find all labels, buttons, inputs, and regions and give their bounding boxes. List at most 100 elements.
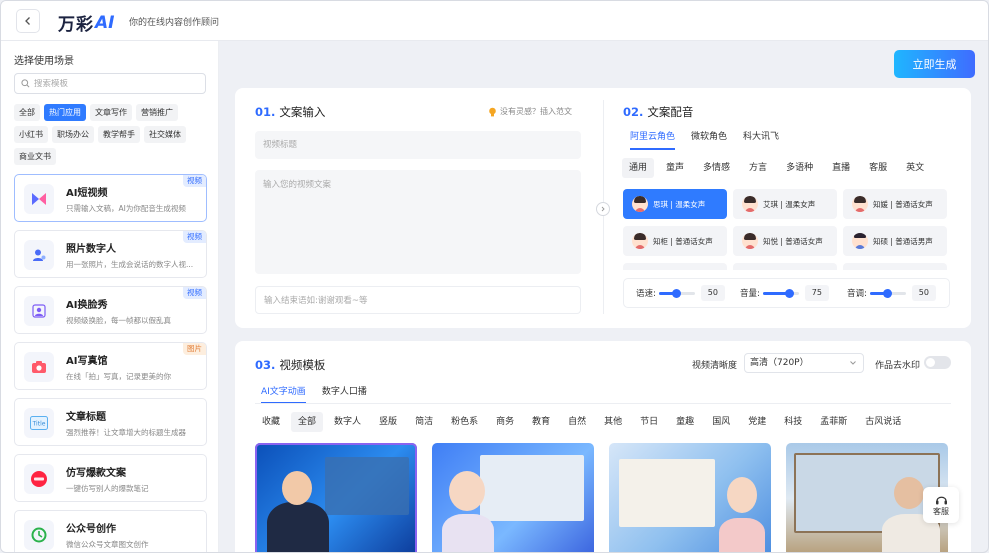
tag-marketing[interactable]: 营销推广 (136, 104, 178, 121)
generate-button[interactable]: 立即生成 (894, 50, 975, 78)
tpl-cat[interactable]: 孟菲斯 (813, 412, 854, 432)
tpl-cat[interactable]: 童趣 (669, 412, 701, 432)
speed-slider-handle[interactable] (672, 288, 682, 298)
app-card-photo-digital-human[interactable]: 照片数字人 用一张照片，生成会说话的数字人视... 视频 (14, 230, 207, 278)
voice-cat-livestream[interactable]: 直播 (825, 158, 857, 178)
resolution-select[interactable]: 高清（720P） (744, 353, 864, 373)
card-desc: 用一张照片，生成会说话的数字人视... (66, 260, 194, 269)
voice-cat-child[interactable]: 童声 (659, 158, 691, 178)
tag-social-media[interactable]: 社交媒体 (144, 126, 186, 143)
template-thumbnail[interactable] (255, 443, 417, 552)
scene-tags: 全部 热门应用 文章写作 营销推广 小红书 职场办公 教学帮手 社交媒体 商业文… (14, 104, 210, 165)
voice-cat-english[interactable]: 英文 (899, 158, 931, 178)
voice-option[interactable]: 思琪 | 温柔女声 (623, 189, 727, 219)
tpl-cat[interactable]: 自然 (561, 412, 593, 432)
speed-slider[interactable] (658, 288, 695, 298)
voice-cat-emotional[interactable]: 多情感 (696, 158, 737, 178)
app-card-wechat-article[interactable]: 公众号创作 微信公众号文章图文创作 (14, 510, 207, 552)
tpl-cat[interactable]: 收藏 (255, 412, 287, 432)
face-swap-icon (24, 296, 54, 326)
template-section-title: 03. 视频模板 (255, 357, 325, 373)
thumb-presenter-head (894, 477, 924, 509)
tag-all[interactable]: 全部 (14, 104, 40, 121)
app-card-ai-face-swap[interactable]: AI换脸秀 视频级换脸，每一帧都以假乱真 视频 (14, 286, 207, 334)
app-card-ai-short-video[interactable]: AI短视频 只需输入文稿，AI为你配音生成视频 视频 (14, 174, 207, 222)
tpl-cat[interactable]: 粉色系 (444, 412, 485, 432)
tab-iflytek[interactable]: 科大讯飞 (743, 129, 779, 150)
tpl-cat[interactable]: 国风 (705, 412, 737, 432)
search-input[interactable] (34, 78, 194, 89)
card-badge: 视频 (183, 287, 206, 299)
volume-value[interactable]: 75 (804, 285, 829, 301)
voice-option[interactable]: 艾琪 | 温柔女声 (733, 189, 837, 219)
tpl-cat[interactable]: 其他 (597, 412, 629, 432)
back-button[interactable] (16, 9, 40, 33)
tpl-cat[interactable]: 数字人 (327, 412, 368, 432)
voice-option-partial[interactable] (733, 263, 837, 270)
tpl-cat[interactable]: 全部 (291, 412, 324, 432)
template-thumbnail[interactable] (609, 443, 771, 552)
speed-value[interactable]: 50 (700, 285, 725, 301)
search-icon (21, 79, 30, 88)
volume-slider-handle[interactable] (785, 288, 795, 298)
app-card-ai-portrait-studio[interactable]: AI写真馆 在线「拍」写真，记录更美的你 图片 (14, 342, 207, 390)
voice-option[interactable]: 知媛 | 普通话女声 (843, 189, 947, 219)
tag-hot-apps[interactable]: 热门应用 (44, 104, 86, 121)
card-desc: 强烈推荐！让文章增大的标题生成器 (66, 428, 186, 437)
video-icon (24, 184, 54, 214)
watermark-toggle[interactable] (924, 356, 951, 369)
svg-text:Title: Title (32, 421, 46, 428)
app-card-copywriting-imitation[interactable]: 仿写爆款文案 一键仿写别人的爆款笔记 (14, 454, 207, 502)
card-badge: 视频 (183, 175, 206, 187)
logo[interactable]: 万彩 AI (58, 10, 115, 36)
volume-slider[interactable] (762, 288, 799, 298)
tag-article-writing[interactable]: 文章写作 (90, 104, 132, 121)
voice-option[interactable]: 知悦 | 普通话女声 (733, 226, 837, 256)
tpl-cat[interactable]: 古风说话 (858, 412, 908, 432)
voice-cat-multilingual[interactable]: 多语种 (779, 158, 820, 178)
tab-digital-human-broadcast[interactable]: 数字人口播 (322, 384, 367, 404)
insert-sample-link[interactable]: 没有灵感？插入范文 (488, 106, 572, 117)
tpl-cat[interactable]: 科技 (777, 412, 809, 432)
tpl-cat[interactable]: 节日 (633, 412, 665, 432)
thumb-screen (619, 459, 715, 527)
voice-option[interactable]: 知硕 | 普通话男声 (843, 226, 947, 256)
tab-microsoft[interactable]: 微软角色 (691, 129, 727, 150)
sidebar: 选择使用场景 全部 热门应用 文章写作 营销推广 小红书 职场办公 教学帮手 社… (1, 41, 219, 552)
video-script-textarea[interactable]: 输入您的视频文案 (255, 170, 581, 274)
tag-business-docs[interactable]: 商业文书 (14, 148, 56, 165)
tab-aliyun[interactable]: 阿里云角色 (630, 129, 676, 150)
tag-teaching[interactable]: 教学帮手 (98, 126, 140, 143)
voice-settings: 语速: 50 音量: 75 音调: 50 (623, 278, 950, 308)
app-frame: 万彩 AI 你的在线内容创作顾问 选择使用场景 全部 热门应用 文章写作 营销推… (0, 0, 989, 553)
tab-ai-text-animation[interactable]: AI文字动画 (261, 384, 306, 404)
pitch-slider[interactable] (869, 288, 906, 298)
search-box[interactable] (14, 73, 206, 94)
video-title-input[interactable]: 视频标题 (255, 131, 581, 159)
pitch-value[interactable]: 50 (911, 285, 936, 301)
voice-option[interactable]: 知柜 | 普通话女声 (623, 226, 727, 256)
tpl-cat[interactable]: 教育 (525, 412, 557, 432)
thumb-presenter (442, 514, 494, 552)
customer-service-button[interactable]: 客服 (923, 487, 959, 523)
pitch-slider-handle[interactable] (883, 288, 893, 298)
voice-cat-dialect[interactable]: 方言 (742, 158, 774, 178)
voice-cat-general[interactable]: 通用 (622, 158, 655, 178)
tag-xiaohongshu[interactable]: 小红书 (14, 126, 48, 143)
voice-label: 艾琪 | 温柔女声 (763, 199, 816, 209)
voice-option-partial[interactable] (623, 263, 727, 270)
tpl-cat[interactable]: 竖版 (372, 412, 404, 432)
tpl-cat[interactable]: 商务 (489, 412, 521, 432)
tpl-cat[interactable]: 简洁 (408, 412, 440, 432)
logo-ai: AI (95, 12, 115, 33)
tpl-cat[interactable]: 党建 (741, 412, 773, 432)
ending-input[interactable]: 输入结束语如:谢谢观看~等 (255, 286, 581, 314)
template-thumbnail[interactable] (432, 443, 594, 552)
tag-office[interactable]: 职场办公 (52, 126, 94, 143)
card-title: AI写真馆 (66, 356, 108, 367)
voice-option-partial[interactable] (843, 263, 947, 270)
section-label: 文案配音 (647, 105, 694, 119)
voice-cat-customer-service[interactable]: 客服 (862, 158, 894, 178)
expand-button[interactable] (596, 202, 610, 216)
app-card-article-title[interactable]: Title 文章标题 强烈推荐！让文章增大的标题生成器 (14, 398, 207, 446)
